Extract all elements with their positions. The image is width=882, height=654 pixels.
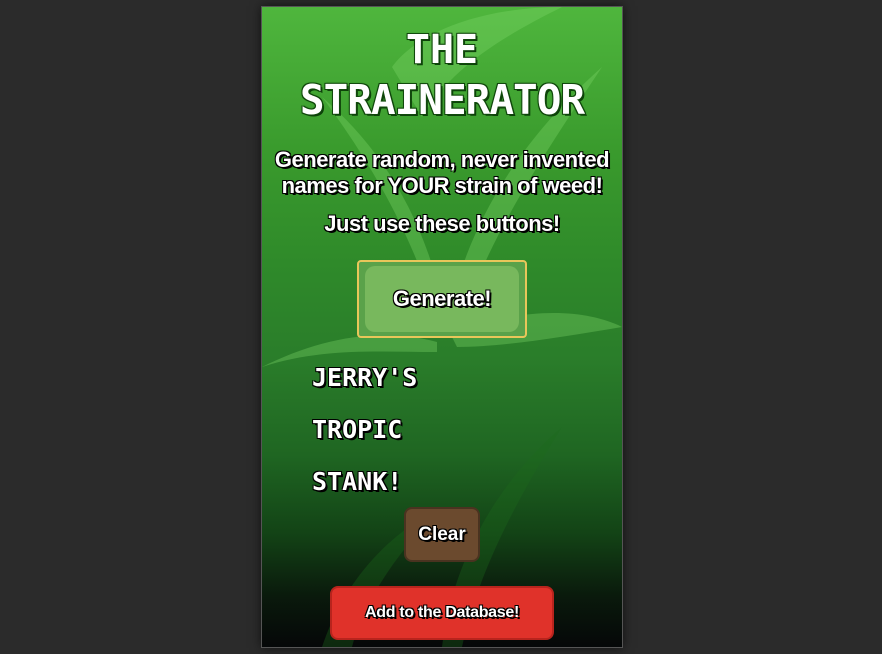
generate-button[interactable]: Generate!: [357, 260, 527, 338]
add-to-database-button[interactable]: Add to the Database!: [330, 586, 554, 640]
generated-name-word-3: STANK!: [312, 467, 403, 496]
generated-name-word-2: TROPIC: [312, 415, 403, 444]
instruction-text: Just use these buttons!: [324, 211, 560, 236]
app-frame: THE STRAINERATOR Generate random, never …: [261, 6, 623, 648]
page-title-line1: THE: [405, 27, 479, 73]
clear-button[interactable]: Clear: [404, 507, 480, 562]
tagline: Generate random, never invented names fo…: [274, 147, 610, 198]
generate-button-label: Generate!: [365, 266, 519, 332]
generated-name-word-1: JERRY'S: [312, 363, 418, 392]
page-title-line2: STRAINERATOR: [299, 76, 585, 124]
